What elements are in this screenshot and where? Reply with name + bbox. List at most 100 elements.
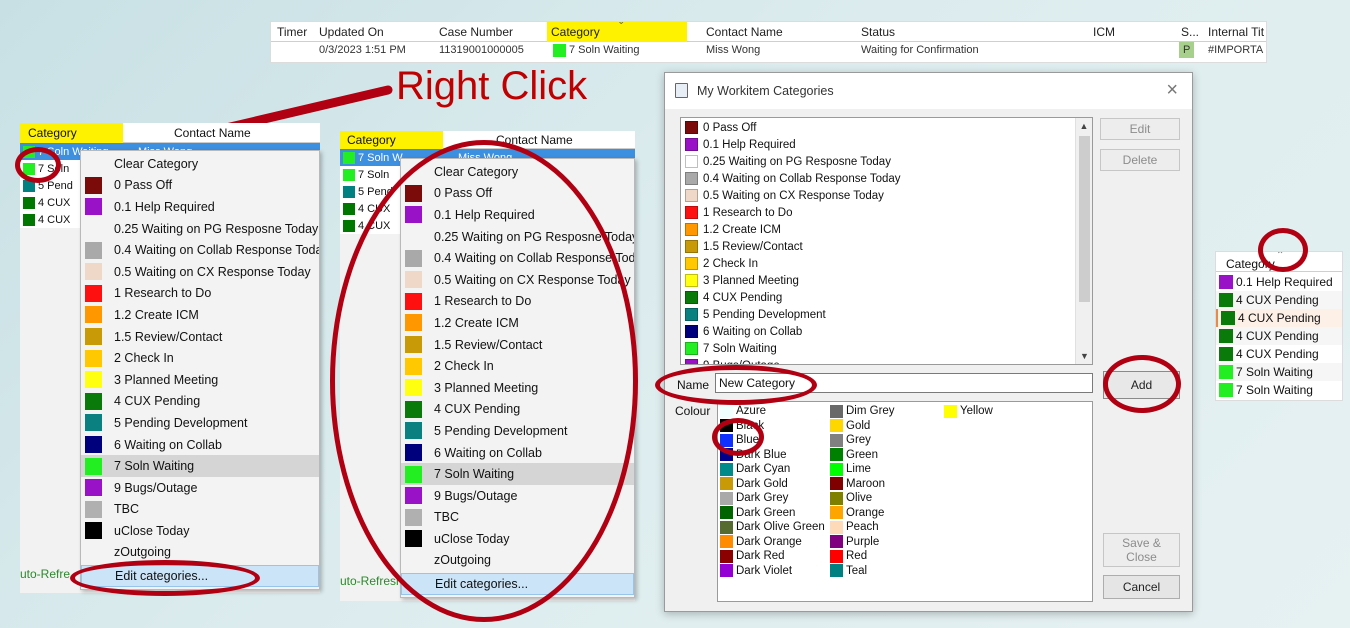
table-row[interactable]: 4 CUX Pending	[1216, 345, 1342, 363]
list-item[interactable]: 0.5 Waiting on CX Response Today	[681, 187, 1092, 204]
colour-option[interactable]: Azure	[720, 404, 825, 419]
menu-item-clear-category[interactable]: Clear Category	[81, 153, 319, 175]
menu-item-edit-categories[interactable]: Edit categories...	[81, 565, 319, 587]
menu-item-clear-category[interactable]: Clear Category	[401, 161, 634, 183]
table-row[interactable]: 7 Soln Waiting	[1216, 381, 1342, 399]
menu-item-category[interactable]: 5 Pending Development	[81, 412, 319, 434]
col-header-category[interactable]: Category	[20, 123, 123, 143]
menu-item-category[interactable]: 0.4 Waiting on Collab Response Today	[81, 239, 319, 261]
colour-option[interactable]: Green	[830, 448, 895, 463]
menu-item-category[interactable]: 0 Pass Off	[81, 175, 319, 197]
menu-item-category[interactable]: 1.2 Create ICM	[401, 312, 634, 334]
menu-item-category[interactable]: uClose Today	[401, 528, 634, 550]
menu-item-category[interactable]: 4 CUX Pending	[401, 399, 634, 421]
menu-item-category[interactable]: 0.4 Waiting on Collab Response Today	[401, 247, 634, 269]
colour-option[interactable]: Dark Cyan	[720, 462, 825, 477]
colour-option[interactable]: Teal	[830, 564, 895, 579]
menu-item-category[interactable]: 2 Check In	[81, 347, 319, 369]
add-button[interactable]: Add	[1103, 371, 1180, 399]
colour-option[interactable]: Dark Gold	[720, 477, 825, 492]
table-row[interactable]: 7 Soln Waiting	[1216, 363, 1342, 381]
cancel-button[interactable]: Cancel	[1103, 575, 1180, 599]
scroll-up-icon[interactable]: ▲	[1076, 121, 1092, 131]
list-item[interactable]: 1.2 Create ICM	[681, 221, 1092, 238]
colour-option[interactable]: Black	[720, 419, 825, 434]
col-header-category[interactable]: Category	[1226, 257, 1275, 271]
delete-button[interactable]: Delete	[1100, 149, 1180, 171]
list-item[interactable]: 0.1 Help Required	[681, 136, 1092, 153]
list-item[interactable]: 3 Planned Meeting	[681, 272, 1092, 289]
menu-item-category[interactable]: 9 Bugs/Outage	[401, 485, 634, 507]
list-item[interactable]: 5 Pending Development	[681, 306, 1092, 323]
colour-option[interactable]: Blue	[720, 433, 825, 448]
menu-item-category[interactable]: 4 CUX Pending	[81, 391, 319, 413]
list-item[interactable]: 0.4 Waiting on Collab Response Today	[681, 170, 1092, 187]
menu-item-category[interactable]: 3 Planned Meeting	[81, 369, 319, 391]
colour-option[interactable]: Orange	[830, 506, 895, 521]
table-row[interactable]: 4 CUX Pending	[1216, 327, 1342, 345]
colour-option[interactable]: Lime	[830, 462, 895, 477]
scroll-down-icon[interactable]: ▼	[1076, 351, 1093, 361]
menu-item-category[interactable]: 0.5 Waiting on CX Response Today	[81, 261, 319, 283]
menu-item-category[interactable]: uClose Today	[81, 520, 319, 542]
right-grid-header[interactable]: Category ⌃	[1216, 252, 1342, 272]
colour-option[interactable]: Dark Blue	[720, 448, 825, 463]
list-item[interactable]: 1 Research to Do	[681, 204, 1092, 221]
table-row[interactable]: 0.1 Help Required	[1216, 273, 1342, 291]
menu-item-category[interactable]: 1.5 Review/Contact	[81, 326, 319, 348]
menu-item-category[interactable]: 1.5 Review/Contact	[401, 334, 634, 356]
colour-option[interactable]: Dark Green	[720, 506, 825, 521]
menu-item-category[interactable]: 5 Pending Development	[401, 420, 634, 442]
menu-item-category[interactable]: 1.2 Create ICM	[81, 304, 319, 326]
scroll-thumb[interactable]	[1079, 136, 1090, 302]
menu-item-category[interactable]: 3 Planned Meeting	[401, 377, 634, 399]
list-scrollbar[interactable]: ▲ ▼	[1075, 118, 1092, 364]
colour-option[interactable]: Dark Orange	[720, 535, 825, 550]
table-row[interactable]: 4 CUX Pending	[1216, 309, 1342, 327]
list-item[interactable]: 0.25 Waiting on PG Resposne Today	[681, 153, 1092, 170]
sort-ascending-icon[interactable]: ⌃	[1276, 252, 1284, 261]
menu-item-category[interactable]: 9 Bugs/Outage	[81, 477, 319, 499]
colour-option[interactable]: Dark Violet	[720, 564, 825, 579]
menu-item-category[interactable]: 0.1 Help Required	[81, 196, 319, 218]
save-close-button[interactable]: Save & Close	[1103, 533, 1180, 567]
table-row[interactable]: 4 CUX Pending	[1216, 291, 1342, 309]
menu-item-edit-categories[interactable]: Edit categories...	[401, 573, 634, 595]
colour-option[interactable]: Dark Red	[720, 549, 825, 564]
menu-item-category[interactable]: 0.1 Help Required	[401, 204, 634, 226]
colour-option[interactable]: Dark Olive Green	[720, 520, 825, 535]
menu-item-category[interactable]: zOutgoing	[401, 550, 634, 572]
menu-item-category[interactable]: 6 Waiting on Collab	[401, 442, 634, 464]
colour-option[interactable]: Olive	[830, 491, 895, 506]
menu-item-category[interactable]: 7 Soln Waiting	[81, 455, 319, 477]
name-input[interactable]: New Category	[715, 373, 1093, 393]
menu-item-category[interactable]: TBC	[401, 507, 634, 529]
menu-item-category[interactable]: 0.5 Waiting on CX Response Today	[401, 269, 634, 291]
col-header-contact[interactable]: Contact Name	[496, 131, 573, 149]
colour-option[interactable]: Dim Grey	[830, 404, 895, 419]
menu-item-category[interactable]: 1 Research to Do	[401, 291, 634, 313]
menu-item-category[interactable]: 2 Check In	[401, 355, 634, 377]
menu-item-category[interactable]: zOutgoing	[81, 542, 319, 564]
colour-option[interactable]: Grey	[830, 433, 895, 448]
close-icon[interactable]: ×	[1166, 79, 1178, 102]
list-item[interactable]: 7 Soln Waiting	[681, 340, 1092, 357]
colour-option[interactable]: Maroon	[830, 477, 895, 492]
menu-item-category[interactable]: 7 Soln Waiting	[401, 463, 634, 485]
colour-option[interactable]: Peach	[830, 520, 895, 535]
col-header-contact[interactable]: Contact Name	[174, 123, 251, 143]
list-item[interactable]: 9 Bugs/Outage	[681, 357, 1092, 364]
menu-item-category[interactable]: 1 Research to Do	[81, 283, 319, 305]
edit-button[interactable]: Edit	[1100, 118, 1180, 140]
colour-option[interactable]: Dark Grey	[720, 491, 825, 506]
list-item[interactable]: 0 Pass Off	[681, 119, 1092, 136]
colour-option[interactable]: Yellow	[944, 404, 993, 419]
list-item[interactable]: 1.5 Review/Contact	[681, 238, 1092, 255]
colour-option[interactable]: Red	[830, 549, 895, 564]
menu-item-category[interactable]: 0.25 Waiting on PG Resposne Today	[81, 218, 319, 240]
list-item[interactable]: 4 CUX Pending	[681, 289, 1092, 306]
list-item[interactable]: 2 Check In	[681, 255, 1092, 272]
colour-option[interactable]: Gold	[830, 419, 895, 434]
col-header-category[interactable]: Category	[340, 131, 443, 149]
menu-item-category[interactable]: 0 Pass Off	[401, 183, 634, 205]
